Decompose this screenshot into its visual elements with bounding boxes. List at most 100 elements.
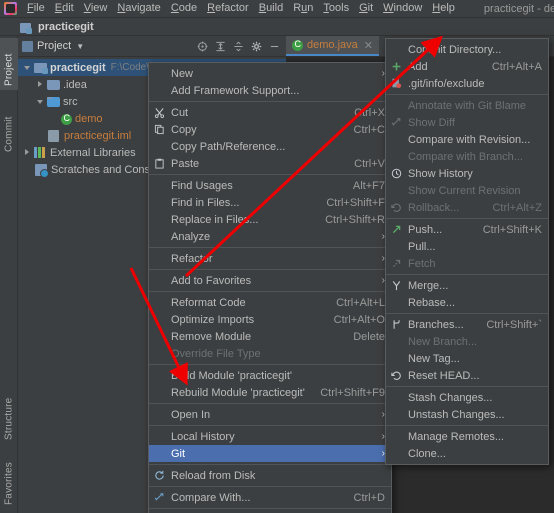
menu-item-refactor[interactable]: Refactor › [149, 250, 391, 267]
menu-item-shortcut: Ctrl+X [354, 106, 385, 119]
close-icon[interactable]: ✕ [364, 39, 373, 52]
chevron-down-icon[interactable] [35, 96, 46, 107]
menu-item-new[interactable]: New › [149, 65, 391, 82]
locate-icon[interactable] [197, 41, 208, 52]
reset-icon [388, 368, 404, 384]
menu-item-compare-with[interactable]: Compare With... Ctrl+D [149, 489, 391, 506]
menu-item-shortcut: Ctrl+Shift+F9 [320, 386, 385, 399]
sidebar-item-commit[interactable]: Commit [0, 98, 18, 156]
menu-separator [386, 313, 548, 314]
menu-item-show-history[interactable]: Show History [386, 165, 548, 182]
menu-build[interactable]: Build [254, 0, 288, 17]
menu-item-rebase[interactable]: Rebase... [386, 294, 548, 311]
intellij-idea-logo-icon [3, 1, 19, 17]
menu-item-open-in[interactable]: Open In › [149, 406, 391, 423]
menu-item-label: Rollback... [408, 201, 460, 214]
blank-icon [151, 212, 167, 228]
menu-item-build-module[interactable]: Build Module 'practicegit' [149, 367, 391, 384]
menu-refactor[interactable]: Refactor [202, 0, 254, 17]
menu-item-copy-path-reference[interactable]: Copy Path/Reference... [149, 138, 391, 155]
menu-item-optimize-imports[interactable]: Optimize Imports Ctrl+Alt+O [149, 311, 391, 328]
menu-help[interactable]: Help [427, 0, 460, 17]
menu-item-stash-changes[interactable]: Stash Changes... [386, 389, 548, 406]
menu-item-pull[interactable]: Pull... [386, 238, 548, 255]
menu-item-replace-in-files[interactable]: Replace in Files... Ctrl+Shift+R [149, 211, 391, 228]
menu-item-find-in-files[interactable]: Find in Files... Ctrl+Shift+F [149, 194, 391, 211]
expand-all-icon[interactable] [215, 41, 226, 52]
menu-item-cut[interactable]: Cut Ctrl+X [149, 104, 391, 121]
menu-item-reload-from-disk[interactable]: Reload from Disk [149, 467, 391, 484]
menu-item-copy[interactable]: Copy Ctrl+C [149, 121, 391, 138]
editor-tab-demo-java[interactable]: demo.java ✕ [286, 36, 379, 56]
menu-item-git[interactable]: Git › [149, 445, 391, 462]
refresh-icon [151, 468, 167, 484]
git-submenu[interactable]: Commit Directory... Add Ctrl+Alt+A .git/… [385, 38, 549, 465]
chevron-down-icon[interactable]: ▼ [76, 42, 84, 51]
blank-icon [151, 346, 167, 362]
menu-item-push[interactable]: Push... Ctrl+Shift+K [386, 221, 548, 238]
menu-view[interactable]: View [79, 0, 113, 17]
sidebar-item-favorites[interactable]: Favorites [0, 451, 18, 509]
menu-separator [386, 386, 548, 387]
tool-tab-label-favorites: Favorites [3, 462, 15, 505]
menu-item-compare-with-revision[interactable]: Compare with Revision... [386, 131, 548, 148]
menu-edit[interactable]: Edit [50, 0, 79, 17]
menu-separator [149, 174, 391, 175]
blank-icon [388, 351, 404, 367]
menu-item-find-usages[interactable]: Find Usages Alt+F7 [149, 177, 391, 194]
menu-navigate[interactable]: Navigate [112, 0, 165, 17]
sidebar-item-structure[interactable]: Structure [0, 384, 18, 444]
chevron-down-icon[interactable] [22, 62, 33, 73]
menu-item-reset-head[interactable]: Reset HEAD... [386, 367, 548, 384]
menu-item-clone[interactable]: Clone... [386, 445, 548, 462]
menu-item-add-to-favorites[interactable]: Add to Favorites › [149, 272, 391, 289]
menu-item-add-framework-support[interactable]: Add Framework Support... [149, 82, 391, 99]
menu-item-label: Remove Module [171, 330, 252, 343]
merge-icon [388, 278, 404, 294]
menu-run[interactable]: Run [288, 0, 318, 17]
blank-icon [151, 312, 167, 328]
chevron-right-icon[interactable] [22, 147, 33, 158]
menu-item-branches[interactable]: Branches... Ctrl+Shift+` [386, 316, 548, 333]
java-class-icon [292, 39, 303, 51]
tree-label: src [63, 95, 78, 108]
menu-item-git-info-exclude[interactable]: .git/info/exclude [386, 75, 548, 92]
menu-item-remove-module[interactable]: Remove Module Delete [149, 328, 391, 345]
menu-item-paste[interactable]: Paste Ctrl+V [149, 155, 391, 172]
menu-item-commit-directory[interactable]: Commit Directory... [386, 41, 548, 58]
breadcrumb[interactable]: practicegit [20, 21, 94, 34]
blank-icon [388, 239, 404, 255]
blank-icon [151, 446, 167, 462]
menu-file[interactable]: File [22, 0, 50, 17]
menu-item-new-tag[interactable]: New Tag... [386, 350, 548, 367]
project-context-menu[interactable]: New › Add Framework Support... Cut Ctrl+… [148, 62, 392, 513]
menu-item-label: Analyze [171, 230, 211, 243]
menu-item-show-current-revision: Show Current Revision [386, 182, 548, 199]
hide-icon[interactable] [269, 41, 280, 52]
menu-code[interactable]: Code [166, 0, 202, 17]
diff-icon [151, 490, 167, 506]
menu-item-merge[interactable]: Merge... [386, 277, 548, 294]
collapse-all-icon[interactable] [233, 41, 244, 52]
menu-item-add[interactable]: Add Ctrl+Alt+A [386, 58, 548, 75]
menu-window[interactable]: Window [378, 0, 427, 17]
blank-icon [388, 446, 404, 462]
sidebar-item-project[interactable]: Project [0, 38, 18, 90]
menu-item-reformat-code[interactable]: Reformat Code Ctrl+Alt+L [149, 294, 391, 311]
settings-gear-icon[interactable] [251, 41, 262, 52]
plus-icon [388, 59, 404, 75]
tree-label: .idea [63, 78, 87, 91]
blank-icon [151, 273, 167, 289]
menu-item-label: Show Current Revision [408, 184, 521, 197]
menu-item-unstash-changes[interactable]: Unstash Changes... [386, 406, 548, 423]
menu-item-label: Copy [171, 123, 197, 136]
menu-tools[interactable]: Tools [318, 0, 354, 17]
menu-git[interactable]: Git [354, 0, 378, 17]
blank-icon [388, 407, 404, 423]
menu-item-rebuild-module[interactable]: Rebuild Module 'practicegit' Ctrl+Shift+… [149, 384, 391, 401]
menu-item-analyze[interactable]: Analyze › [149, 228, 391, 245]
menu-item-manage-remotes[interactable]: Manage Remotes... [386, 428, 548, 445]
menu-item-local-history[interactable]: Local History › [149, 428, 391, 445]
chevron-right-icon[interactable] [35, 79, 46, 90]
window-title: practicegit - demo.java [483, 2, 554, 15]
